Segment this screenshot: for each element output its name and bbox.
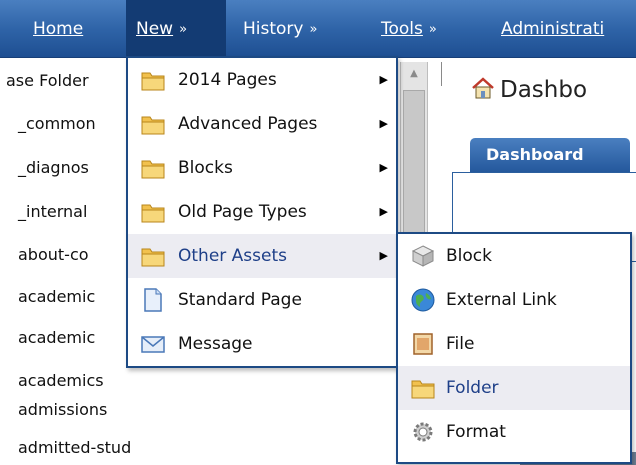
nav-tools[interactable]: Tools » — [381, 0, 437, 58]
folder-icon — [140, 67, 166, 93]
submenu-arrow-icon: ▶ — [379, 73, 388, 86]
menu-item-label: Block — [446, 246, 492, 266]
tree-item[interactable]: academics — [18, 366, 104, 396]
gear-icon — [410, 419, 436, 445]
tree-item[interactable]: _diagnos — [18, 153, 89, 183]
menu-item-label: Message — [178, 334, 253, 354]
home-icon — [470, 76, 496, 100]
menu-item-label: File — [446, 334, 475, 354]
tab-dashboard[interactable]: Dashboard — [470, 138, 630, 172]
chevron-down-icon: » — [428, 22, 437, 37]
nav-new-label: New — [136, 19, 174, 39]
menu-item-old-page-types[interactable]: Old Page Types ▶ — [128, 190, 396, 234]
tree-item[interactable]: about-co — [18, 240, 89, 270]
folder-icon — [140, 155, 166, 181]
menu-item-label: Other Assets — [178, 246, 287, 266]
file-icon — [410, 331, 436, 357]
nav-home[interactable]: Home — [33, 0, 83, 58]
nav-administration-label: Administrati — [501, 19, 605, 39]
tree-item[interactable]: admitted-students — [18, 433, 130, 463]
folder-icon — [410, 375, 436, 401]
globe-icon — [410, 287, 436, 313]
menu-item-standard-page[interactable]: Standard Page — [128, 278, 396, 322]
submenu-arrow-icon: ▶ — [379, 205, 388, 218]
menu-item-file[interactable]: File — [398, 322, 630, 366]
submenu-arrow-icon: ▶ — [379, 249, 388, 262]
nav-administration[interactable]: Administrati — [501, 0, 604, 58]
nav-history[interactable]: History » — [243, 0, 317, 58]
folder-tree: ase Folder _common _diagnos _internal ab… — [0, 58, 130, 465]
other-assets-submenu: Block External Link File Folder Format — [396, 232, 632, 464]
menu-item-folder[interactable]: Folder — [398, 366, 630, 410]
nav-history-label: History — [243, 19, 304, 39]
menu-item-label: External Link — [446, 290, 557, 310]
chevron-down-icon: » — [179, 22, 188, 37]
tree-item[interactable]: ase Folder — [6, 66, 89, 96]
tree-item[interactable]: admissions — [18, 395, 107, 425]
tree-item[interactable]: _common — [18, 109, 96, 139]
menu-item-block[interactable]: Block — [398, 234, 630, 278]
menu-item-label: Folder — [446, 378, 499, 398]
menu-item-label: 2014 Pages — [178, 70, 277, 90]
menu-item-2014-pages[interactable]: 2014 Pages ▶ — [128, 58, 396, 102]
menu-item-label: Blocks — [178, 158, 233, 178]
tree-item[interactable]: _internal — [18, 197, 87, 227]
menu-item-label: Advanced Pages — [178, 114, 318, 134]
envelope-icon — [140, 331, 166, 357]
tree-item[interactable]: academic — [18, 282, 95, 312]
folder-icon — [140, 111, 166, 137]
menu-item-blocks[interactable]: Blocks ▶ — [128, 146, 396, 190]
tree-item[interactable]: academic — [18, 323, 95, 353]
nav-home-label: Home — [33, 19, 84, 39]
dashboard-title: Dashbo — [470, 74, 587, 106]
menu-item-format[interactable]: Format — [398, 410, 630, 454]
nav-tools-label: Tools — [381, 19, 423, 39]
folder-icon — [140, 199, 166, 225]
scrollbar-thumb[interactable] — [403, 90, 425, 236]
menu-item-label: Format — [446, 422, 506, 442]
menu-item-other-assets[interactable]: Other Assets ▶ — [128, 234, 396, 278]
menu-item-message[interactable]: Message — [128, 322, 396, 366]
menu-item-external-link[interactable]: External Link — [398, 278, 630, 322]
menu-item-advanced-pages[interactable]: Advanced Pages ▶ — [128, 102, 396, 146]
collapse-handle[interactable] — [432, 62, 442, 86]
submenu-arrow-icon: ▶ — [379, 117, 388, 130]
cube-icon — [410, 243, 436, 269]
submenu-arrow-icon: ▶ — [379, 161, 388, 174]
new-menu: 2014 Pages ▶ Advanced Pages ▶ Blocks ▶ O… — [126, 56, 398, 368]
menu-item-label: Standard Page — [178, 290, 302, 310]
dashboard-title-text: Dashbo — [500, 77, 588, 103]
chevron-down-icon: » — [309, 22, 318, 37]
menu-item-label: Old Page Types — [178, 202, 307, 222]
top-nav-bar: Home New » History » Tools » Administrati — [0, 0, 636, 58]
scroll-up-icon[interactable]: ▲ — [402, 64, 426, 84]
page-icon — [140, 287, 166, 313]
nav-new[interactable]: New » — [126, 0, 226, 58]
folder-icon — [140, 243, 166, 269]
